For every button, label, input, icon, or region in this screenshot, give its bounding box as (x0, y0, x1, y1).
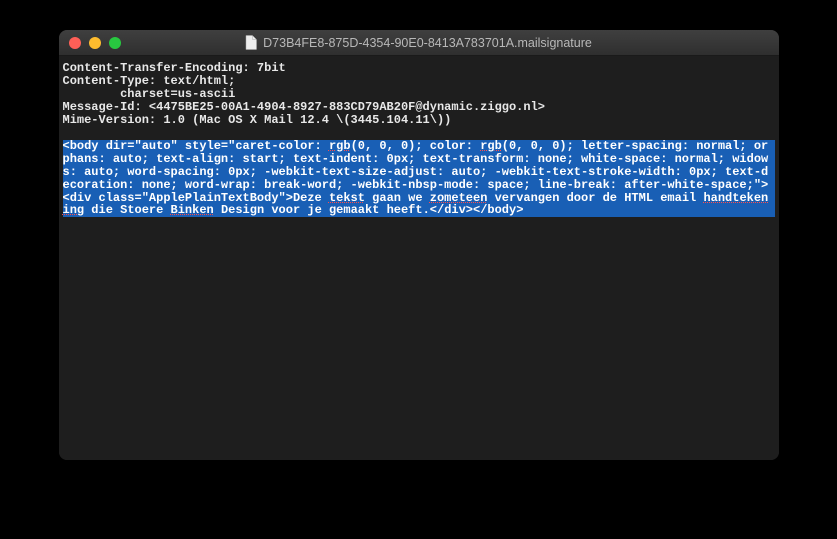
close-icon[interactable] (69, 37, 81, 49)
header-line: Content-Transfer-Encoding: 7bit (63, 62, 775, 75)
document-icon (245, 35, 257, 50)
spell-underline: rgb (480, 139, 502, 153)
spell-underline: rgb (329, 139, 351, 153)
selected-body[interactable]: <body dir="auto" style="caret-color: rgb… (63, 140, 775, 218)
window-title: D73B4FE8-875D-4354-90E0-8413A783701A.mai… (263, 36, 592, 50)
editor-window: D73B4FE8-875D-4354-90E0-8413A783701A.mai… (59, 30, 779, 460)
spell-underline: Binken (171, 203, 214, 217)
header-line: charset=us-ascii (63, 88, 775, 101)
header-line: Content-Type: text/html; (63, 75, 775, 88)
header-line: Mime-Version: 1.0 (Mac OS X Mail 12.4 \(… (63, 114, 775, 127)
traffic-lights (69, 37, 121, 49)
editor-area[interactable]: Content-Transfer-Encoding: 7bit Content-… (59, 56, 779, 460)
maximize-icon[interactable] (109, 37, 121, 49)
spell-underline: tekst (329, 191, 365, 205)
titlebar[interactable]: D73B4FE8-875D-4354-90E0-8413A783701A.mai… (59, 30, 779, 56)
minimize-icon[interactable] (89, 37, 101, 49)
spell-underline: zometeen (430, 191, 488, 205)
title-wrap: D73B4FE8-875D-4354-90E0-8413A783701A.mai… (59, 35, 779, 50)
header-line: Message-Id: <4475BE25-00A1-4904-8927-883… (63, 101, 775, 114)
